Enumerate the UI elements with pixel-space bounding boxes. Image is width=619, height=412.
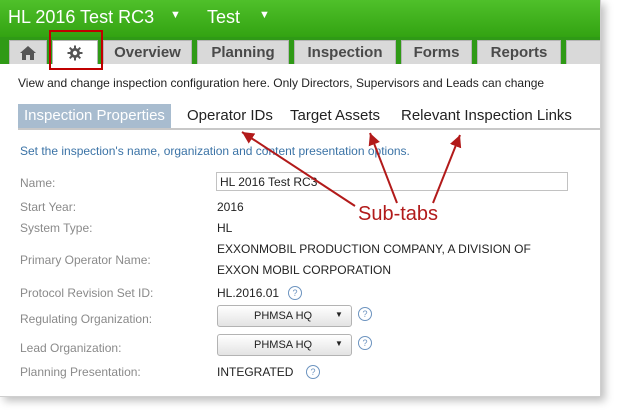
annotation-arrows [241,131,462,207]
arrow-to-relevant-links [432,134,462,204]
app-window: HL 2016 Test RC3 ▼ Test ▼ Overview Plann… [0,0,601,397]
arrow-to-operator-ids [241,131,356,207]
arrow-to-target-assets [368,132,398,204]
subtabs-callout: Sub-tabs [358,203,439,225]
